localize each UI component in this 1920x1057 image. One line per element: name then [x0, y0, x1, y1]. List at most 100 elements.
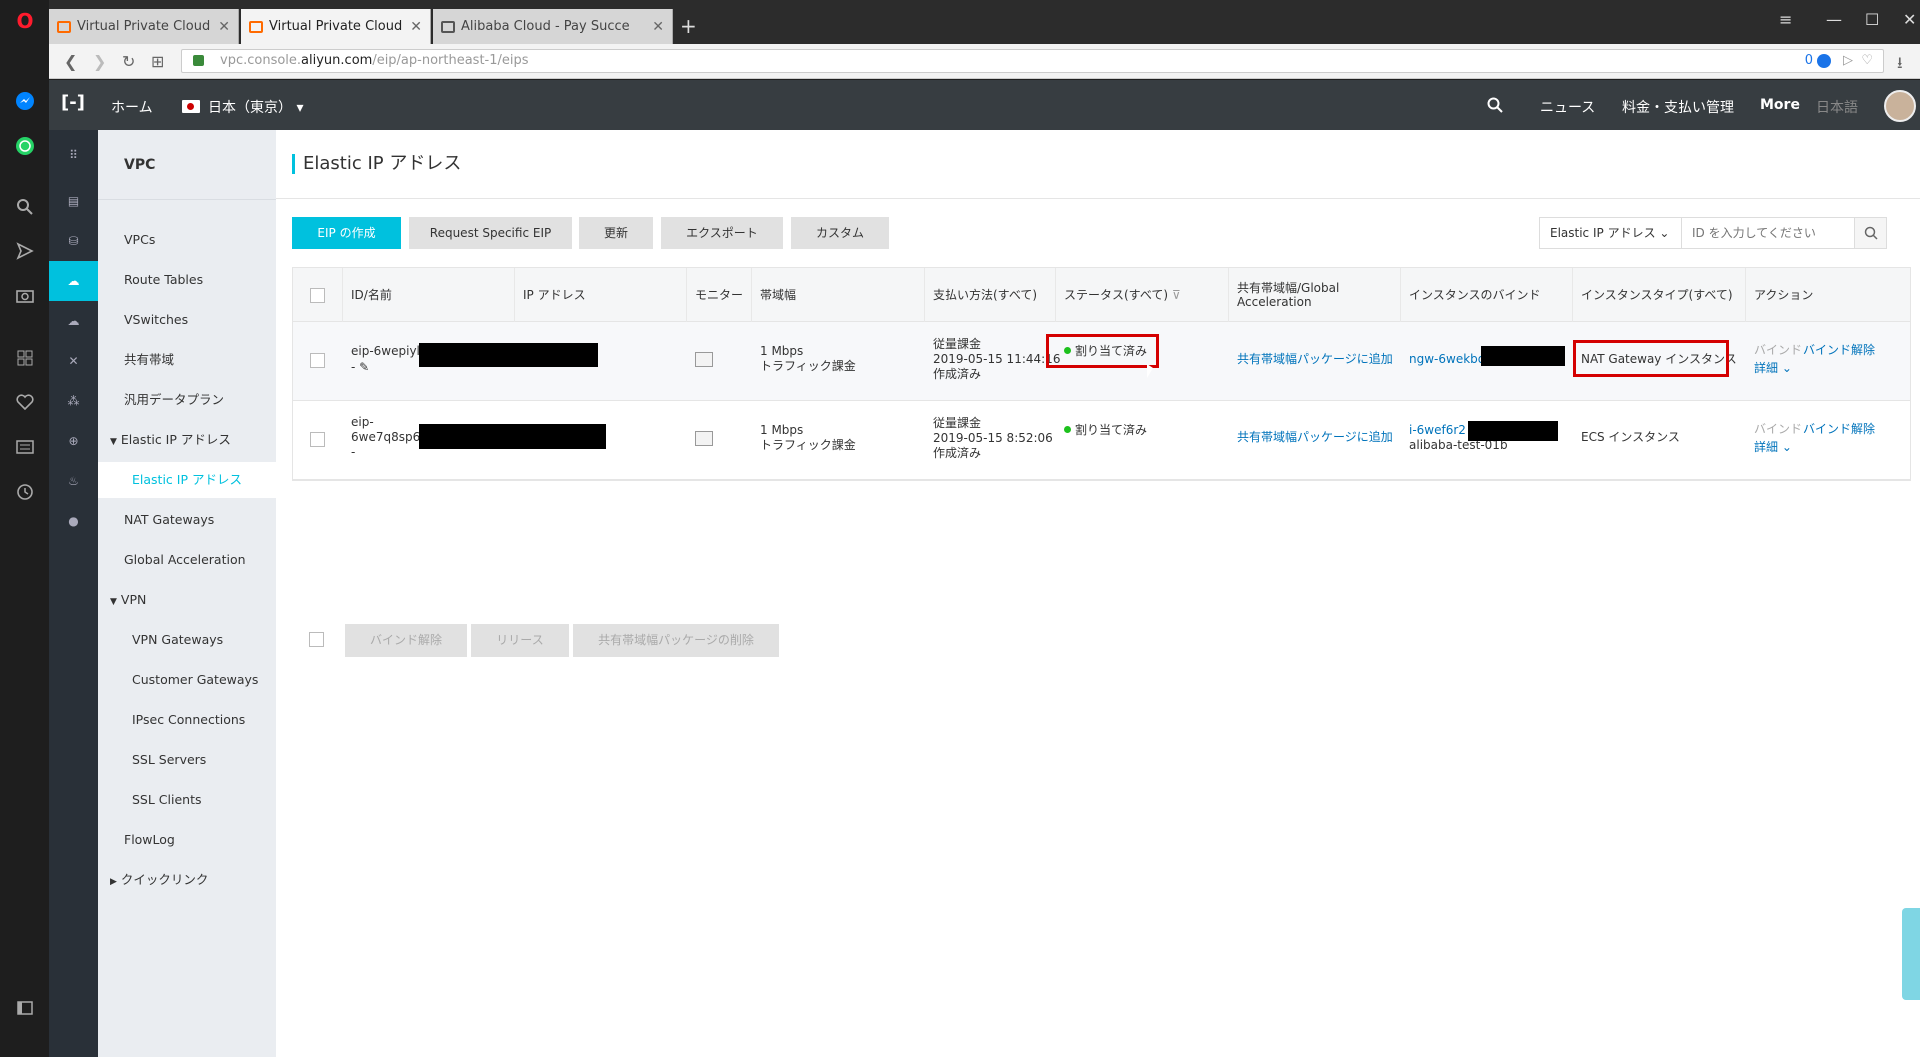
monitor-chart-icon[interactable] — [695, 431, 713, 446]
close-tab-icon[interactable]: ✕ — [218, 19, 230, 35]
database-icon[interactable]: ⛁ — [49, 221, 98, 261]
cloud-2-icon[interactable]: ☁ — [49, 301, 98, 341]
sidebar-item-vswitches[interactable]: VSwitches — [98, 302, 276, 338]
add-to-shared-bandwidth-link[interactable]: 共有帯域幅パッケージに追加 — [1237, 352, 1393, 367]
header-billing[interactable]: 支払い方法(すべて) — [925, 268, 1056, 322]
close-window-icon[interactable]: ✕ — [1903, 10, 1916, 29]
sidebar-item-nat-gateways[interactable]: NAT Gateways — [98, 502, 276, 538]
speed-dial-icon[interactable] — [14, 347, 36, 369]
header-instance-type[interactable]: インスタンスタイプ(すべて) — [1573, 268, 1746, 322]
globe-icon[interactable]: ⊕ — [49, 421, 98, 461]
billing-link[interactable]: 料金・支払い管理 — [1622, 97, 1734, 117]
bind-link[interactable]: バインド — [1754, 422, 1802, 437]
sidebar-item-vpn-gateways[interactable]: VPN Gateways — [98, 622, 276, 658]
download-icon[interactable]: ⭳ — [1897, 52, 1903, 79]
header-status[interactable]: ステータス(すべて) ⊽ — [1056, 268, 1229, 322]
sidebar-item-ipsec-connections[interactable]: IPsec Connections — [98, 702, 276, 738]
camera-icon[interactable] — [14, 284, 36, 306]
search-input[interactable] — [1692, 218, 1842, 248]
circle-icon[interactable]: ● — [49, 501, 98, 541]
tab-1[interactable]: Virtual Private Cloud ✕ — [49, 9, 239, 44]
sidebar-item-customer-gateways[interactable]: Customer Gateways — [98, 662, 276, 698]
bulk-release-button[interactable]: リリース — [471, 624, 569, 657]
whatsapp-icon[interactable] — [14, 135, 36, 157]
sidebar-item-ssl-servers[interactable]: SSL Servers — [98, 742, 276, 778]
new-tab-icon[interactable]: + — [680, 14, 697, 38]
custom-button[interactable]: カスタム — [791, 217, 889, 249]
close-tab-icon[interactable]: ✕ — [410, 19, 422, 35]
network-icon[interactable]: ✕ — [49, 341, 98, 381]
maximize-icon[interactable]: ☐ — [1865, 10, 1879, 29]
create-eip-button[interactable]: EIP の作成 — [292, 217, 401, 249]
language-selector[interactable]: 日本語 — [1816, 97, 1858, 117]
sidebar-item-shared-bandwidth[interactable]: 共有帯域 — [98, 342, 276, 378]
opera-logo-icon[interactable]: O — [14, 9, 36, 33]
sidebar-group-quicklinks[interactable]: ▶ クイックリンク — [98, 862, 276, 898]
filter-icon[interactable]: ⊽ — [1172, 288, 1181, 302]
adblock-icon[interactable] — [1817, 54, 1831, 68]
sidebar-item-ssl-clients[interactable]: SSL Clients — [98, 782, 276, 818]
search-field-select[interactable]: Elastic IP アドレス ⌄ — [1540, 218, 1682, 248]
sidebar-group-eip[interactable]: ▼ Elastic IP アドレス — [98, 422, 276, 458]
export-button[interactable]: エクスポート — [661, 217, 783, 249]
reload-icon[interactable]: ↻ — [122, 52, 135, 71]
tab-3[interactable]: Alibaba Cloud - Pay Succe ✕ — [433, 9, 673, 44]
row-checkbox[interactable] — [310, 432, 325, 447]
sidebar-item-global-acceleration[interactable]: Global Acceleration — [98, 542, 276, 578]
cluster-icon[interactable]: ⁂ — [49, 381, 98, 421]
forward-icon[interactable]: ❯ — [93, 52, 106, 71]
news-icon[interactable] — [14, 436, 36, 458]
cdn-icon[interactable]: ♨ — [49, 461, 98, 501]
tabs-grid-icon[interactable]: ⊞ — [151, 52, 164, 71]
sidebar-item-vpcs[interactable]: VPCs — [98, 222, 276, 258]
cloud-icon[interactable]: ☁ — [49, 261, 98, 301]
sidebar-toggle-icon[interactable] — [14, 997, 36, 1019]
alibaba-cloud-logo[interactable]: [-] — [61, 92, 89, 118]
details-link[interactable]: 詳細 ⌄ — [1754, 361, 1792, 376]
unbind-link[interactable]: バインド解除 — [1803, 422, 1875, 437]
send-icon[interactable] — [14, 240, 36, 262]
select-all-checkbox[interactable] — [310, 287, 325, 303]
sidebar-item-eip[interactable]: Elastic IP アドレス — [98, 462, 276, 498]
avatar[interactable] — [1884, 90, 1916, 122]
instance-link[interactable]: i-6wef6r2 — [1409, 423, 1466, 438]
back-icon[interactable]: ❮ — [64, 52, 77, 71]
sidebar-item-data-plan[interactable]: 汎用データプラン — [98, 382, 276, 418]
search-icon[interactable] — [1487, 97, 1503, 117]
tab-menu-icon[interactable]: ≡ — [1779, 10, 1792, 29]
bind-link[interactable]: バインド — [1754, 343, 1802, 358]
tab-2[interactable]: Virtual Private Cloud ✕ — [241, 9, 431, 44]
messenger-icon[interactable] — [14, 90, 36, 112]
bulk-remove-shared-bandwidth-button[interactable]: 共有帯域幅パッケージの削除 — [573, 624, 779, 657]
products-grid-icon[interactable]: ⠿ — [49, 135, 98, 175]
url-field[interactable]: vpc.console.aliyun.com/eip/ap-northeast-… — [181, 49, 1884, 73]
sidebar-item-flowlog[interactable]: FlowLog — [98, 822, 276, 858]
region-selector[interactable]: 日本（東京） ▾ — [182, 97, 303, 117]
unbind-link[interactable]: バインド解除 — [1803, 343, 1875, 358]
more-menu[interactable]: More — [1760, 97, 1800, 113]
edit-pencil-icon[interactable]: ✎ — [359, 360, 369, 374]
sidebar-item-route-tables[interactable]: Route Tables — [98, 262, 276, 298]
close-tab-icon[interactable]: ✕ — [652, 19, 664, 35]
home-link[interactable]: ホーム — [111, 97, 153, 117]
search-icon[interactable] — [14, 196, 36, 218]
row-checkbox[interactable] — [310, 353, 325, 368]
heart-icon[interactable] — [14, 391, 36, 413]
history-icon[interactable] — [14, 481, 36, 503]
request-specific-eip-button[interactable]: Request Specific EIP — [409, 217, 572, 249]
bulk-select-checkbox[interactable] — [309, 632, 324, 647]
news-link[interactable]: ニュース — [1540, 97, 1595, 117]
eip-name: - ✎ — [351, 360, 369, 375]
monitor-chart-icon[interactable] — [695, 352, 713, 367]
server-icon[interactable]: ▤ — [49, 181, 98, 221]
bulk-unbind-button[interactable]: バインド解除 — [345, 624, 467, 657]
search-button[interactable] — [1854, 218, 1886, 248]
refresh-button[interactable]: 更新 — [579, 217, 653, 249]
flow-icon[interactable]: ▷ — [1843, 50, 1853, 72]
feedback-tab[interactable] — [1902, 908, 1920, 1000]
minimize-icon[interactable]: — — [1826, 10, 1842, 29]
sidebar-group-vpn[interactable]: ▼ VPN — [98, 582, 276, 618]
details-link[interactable]: 詳細 ⌄ — [1754, 440, 1792, 455]
bookmark-heart-icon[interactable]: ♡ — [1861, 50, 1873, 72]
add-to-shared-bandwidth-link[interactable]: 共有帯域幅パッケージに追加 — [1237, 430, 1393, 445]
